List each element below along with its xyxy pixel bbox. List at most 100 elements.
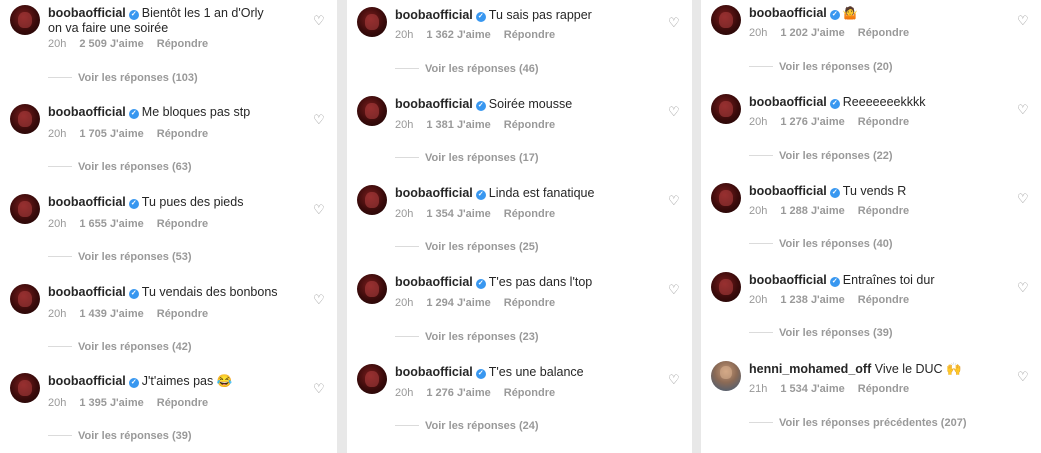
timestamp: 20h — [48, 218, 67, 230]
view-replies-link[interactable]: Voir les réponses (24) — [395, 420, 539, 432]
username[interactable]: boobaofficial — [48, 105, 126, 119]
avatar[interactable] — [10, 373, 40, 403]
avatar[interactable] — [357, 185, 387, 215]
like-count[interactable]: 1 439 J'aime — [79, 308, 143, 320]
username[interactable]: boobaofficial — [749, 6, 827, 20]
like-count[interactable]: 1 381 J'aime — [426, 119, 490, 131]
comment-meta: 20h 1 276 J'aime Répondre — [749, 116, 922, 128]
reply-button[interactable]: Répondre — [858, 383, 909, 395]
view-replies-link[interactable]: Voir les réponses (53) — [48, 251, 192, 263]
view-previous-replies-link[interactable]: Voir les réponses précédentes (207) — [749, 417, 967, 429]
reply-button[interactable]: Répondre — [157, 308, 208, 320]
reply-button[interactable]: Répondre — [504, 208, 555, 220]
avatar[interactable] — [711, 361, 741, 391]
avatar[interactable] — [711, 272, 741, 302]
avatar[interactable] — [10, 194, 40, 224]
reply-button[interactable]: Répondre — [504, 297, 555, 309]
avatar[interactable] — [711, 183, 741, 213]
like-count[interactable]: 1 655 J'aime — [79, 218, 143, 230]
heart-icon[interactable]: ♡ — [313, 113, 325, 126]
reply-button[interactable]: Répondre — [858, 116, 909, 128]
username[interactable]: boobaofficial — [749, 95, 827, 109]
heart-icon[interactable]: ♡ — [668, 373, 680, 386]
username[interactable]: boobaofficial — [395, 186, 473, 200]
username[interactable]: boobaofficial — [395, 275, 473, 289]
like-count[interactable]: 1 534 J'aime — [780, 383, 844, 395]
reply-button[interactable]: Répondre — [504, 119, 555, 131]
heart-icon[interactable]: ♡ — [313, 293, 325, 306]
view-replies-link[interactable]: Voir les réponses (40) — [749, 238, 893, 250]
reply-button[interactable]: Répondre — [858, 27, 909, 39]
heart-icon[interactable]: ♡ — [1017, 14, 1029, 27]
avatar[interactable] — [357, 364, 387, 394]
username[interactable]: boobaofficial — [395, 8, 473, 22]
avatar[interactable] — [357, 274, 387, 304]
username[interactable]: boobaofficial — [48, 374, 126, 388]
heart-icon[interactable]: ♡ — [313, 382, 325, 395]
username[interactable]: boobaofficial — [749, 273, 827, 287]
verified-badge-icon: ✓ — [475, 190, 486, 200]
reply-button[interactable]: Répondre — [858, 294, 909, 306]
heart-icon[interactable]: ♡ — [1017, 281, 1029, 294]
view-replies-link[interactable]: Voir les réponses (63) — [48, 161, 192, 173]
like-count[interactable]: 1 276 J'aime — [780, 116, 844, 128]
heart-icon[interactable]: ♡ — [1017, 103, 1029, 116]
verified-badge-icon: ✓ — [829, 188, 840, 198]
heart-icon[interactable]: ♡ — [668, 105, 680, 118]
avatar[interactable] — [10, 104, 40, 134]
verified-badge-icon: ✓ — [829, 10, 840, 20]
view-replies-link[interactable]: Voir les réponses (103) — [48, 72, 198, 84]
reply-button[interactable]: Répondre — [858, 205, 909, 217]
view-replies-link[interactable]: Voir les réponses (22) — [749, 150, 893, 162]
view-replies-link[interactable]: Voir les réponses (25) — [395, 241, 539, 253]
heart-icon[interactable]: ♡ — [313, 14, 325, 27]
like-count[interactable]: 1 362 J'aime — [426, 29, 490, 41]
timestamp: 20h — [395, 297, 414, 309]
heart-icon[interactable]: ♡ — [1017, 192, 1029, 205]
heart-icon[interactable]: ♡ — [668, 194, 680, 207]
reply-button[interactable]: Répondre — [157, 128, 208, 140]
like-count[interactable]: 1 288 J'aime — [780, 205, 844, 217]
username[interactable]: boobaofficial — [749, 184, 827, 198]
view-replies-link[interactable]: Voir les réponses (20) — [749, 61, 893, 73]
comment-body: Tu pues des pieds — [141, 195, 244, 209]
avatar[interactable] — [711, 94, 741, 124]
verified-badge-icon: ✓ — [128, 378, 139, 388]
comment-meta: 20h 1 439 J'aime Répondre — [48, 308, 221, 320]
heart-icon[interactable]: ♡ — [668, 283, 680, 296]
username[interactable]: boobaofficial — [395, 365, 473, 379]
reply-button[interactable]: Répondre — [504, 387, 555, 399]
reply-button[interactable]: Répondre — [157, 397, 208, 409]
like-count[interactable]: 1 202 J'aime — [780, 27, 844, 39]
avatar[interactable] — [10, 284, 40, 314]
like-count[interactable]: 2 509 J'aime — [79, 38, 143, 50]
view-replies-link[interactable]: Voir les réponses (39) — [48, 430, 192, 442]
like-count[interactable]: 1 238 J'aime — [780, 294, 844, 306]
heart-icon[interactable]: ♡ — [313, 203, 325, 216]
comment-text: boobaofficial ✓ Me bloques pas stp — [48, 105, 297, 120]
avatar[interactable] — [10, 5, 40, 35]
reply-button[interactable]: Répondre — [157, 38, 208, 50]
avatar[interactable] — [357, 7, 387, 37]
reply-button[interactable]: Répondre — [157, 218, 208, 230]
view-replies-link[interactable]: Voir les réponses (46) — [395, 63, 539, 75]
view-replies-link[interactable]: Voir les réponses (23) — [395, 331, 539, 343]
like-count[interactable]: 1 354 J'aime — [426, 208, 490, 220]
avatar[interactable] — [711, 5, 741, 35]
reply-button[interactable]: Répondre — [504, 29, 555, 41]
avatar[interactable] — [357, 96, 387, 126]
username[interactable]: boobaofficial — [48, 195, 126, 209]
username[interactable]: boobaofficial — [48, 285, 126, 299]
like-count[interactable]: 1 294 J'aime — [426, 297, 490, 309]
like-count[interactable]: 1 395 J'aime — [79, 397, 143, 409]
view-replies-link[interactable]: Voir les réponses (42) — [48, 341, 192, 353]
heart-icon[interactable]: ♡ — [1017, 370, 1029, 383]
username[interactable]: henni_mohamed_off — [749, 362, 871, 376]
heart-icon[interactable]: ♡ — [668, 16, 680, 29]
view-replies-link[interactable]: Voir les réponses (17) — [395, 152, 539, 164]
like-count[interactable]: 1 705 J'aime — [79, 128, 143, 140]
username[interactable]: boobaofficial — [48, 6, 126, 20]
username[interactable]: boobaofficial — [395, 97, 473, 111]
like-count[interactable]: 1 276 J'aime — [426, 387, 490, 399]
view-replies-link[interactable]: Voir les réponses (39) — [749, 327, 893, 339]
